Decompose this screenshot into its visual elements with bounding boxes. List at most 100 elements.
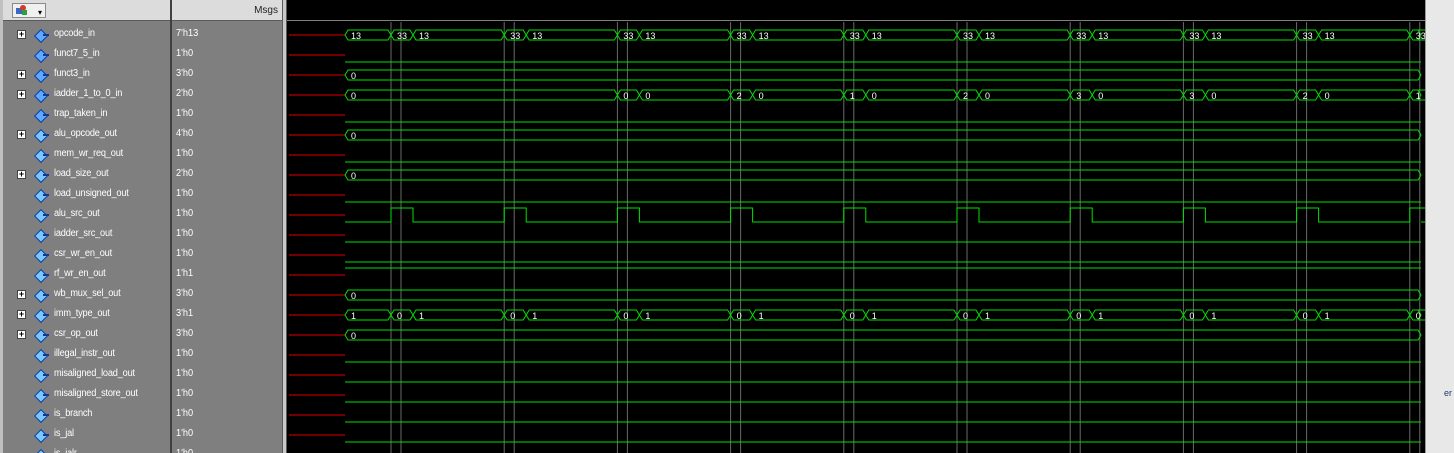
output-port-icon — [33, 208, 49, 224]
iadder_1_to_0_in-wave — [344, 89, 1425, 101]
imm_type_out-wave — [344, 309, 1425, 321]
expand-icon[interactable]: + — [17, 330, 26, 339]
signal-value: 2'h0 — [176, 168, 194, 179]
signal-row[interactable]: alu_src_out — [3, 205, 170, 225]
signal-row[interactable]: funct7_5_in — [3, 45, 170, 65]
bus-value-label: 33 — [850, 31, 860, 41]
signal-row[interactable]: + csr_op_out — [3, 325, 170, 345]
bus-value-label: 1 — [351, 311, 356, 321]
output-port-icon — [33, 368, 49, 384]
waveform-canvas[interactable]: 13 33 13 33 13 33 13 33 13 33 13 33 13 33 13 33 13 33 13 33… — [287, 0, 1425, 453]
value-row: 3'h0 — [172, 65, 282, 85]
bus-value-label: 0 — [1416, 311, 1421, 321]
signal-name: misaligned_store_out — [54, 388, 138, 399]
output-port-icon — [33, 448, 49, 453]
signal-row[interactable]: is_jalr — [3, 445, 170, 453]
signal-row[interactable]: illegal_instr_out — [3, 345, 170, 365]
bus-value-label: 0 — [351, 331, 356, 341]
output-port-icon — [33, 268, 49, 284]
signal-row[interactable]: load_unsigned_out — [3, 185, 170, 205]
opcode_in-wave — [344, 29, 1425, 41]
msgs-label: Msgs — [254, 5, 278, 16]
signal-value: 1'h0 — [176, 48, 194, 59]
signal-row[interactable]: csr_wr_en_out — [3, 245, 170, 265]
signal-value: 3'h0 — [176, 328, 194, 339]
bus-value-label: 1 — [1416, 91, 1421, 101]
bus-value-label: 1 — [985, 311, 990, 321]
signal-name: load_unsigned_out — [54, 188, 129, 199]
bus-value-label: 13 — [419, 31, 429, 41]
signal-row[interactable]: + alu_opcode_out — [3, 125, 170, 145]
bus-value-label: 13 — [1098, 31, 1108, 41]
csr_op_out-wave — [344, 329, 1422, 341]
bus-value-label: 0 — [351, 91, 356, 101]
expand-icon[interactable]: + — [17, 290, 26, 299]
right-scroll-strip[interactable]: er — [1425, 0, 1454, 453]
signal-name: alu_opcode_out — [54, 128, 117, 139]
bus-value-label: 0 — [351, 171, 356, 181]
bus-value-label: 2 — [737, 91, 742, 101]
signal-row[interactable]: + imm_type_out — [3, 305, 170, 325]
signal-row[interactable]: rf_wr_en_out — [3, 265, 170, 285]
value-row: 1'h0 — [172, 45, 282, 65]
signal-row[interactable]: iadder_src_out — [3, 225, 170, 245]
value-row: 1'h0 — [172, 105, 282, 125]
bus-value-label: 1 — [419, 311, 424, 321]
signal-row[interactable]: mem_wr_req_out — [3, 145, 170, 165]
bus-value-label: 33 — [510, 31, 520, 41]
signal-row[interactable]: misaligned_store_out — [3, 385, 170, 405]
bus-value-label: 0 — [351, 71, 356, 81]
alu_src_out-wave — [345, 207, 1425, 223]
signal-row[interactable]: + funct3_in — [3, 65, 170, 85]
chevron-down-icon: ▾ — [37, 8, 42, 17]
bus-value-label: 33 — [1189, 31, 1199, 41]
signal-row[interactable]: misaligned_load_out — [3, 365, 170, 385]
bus-value-label: 33 — [1416, 31, 1425, 41]
bus-value-label: 1 — [872, 311, 877, 321]
signal-row[interactable]: + iadder_1_to_0_in — [3, 85, 170, 105]
expand-icon[interactable]: + — [17, 90, 26, 99]
input-port-icon — [33, 48, 49, 64]
output-port-icon — [33, 308, 49, 324]
expand-icon[interactable]: + — [17, 170, 26, 179]
signal-row[interactable]: trap_taken_in — [3, 105, 170, 125]
signal-name: csr_wr_en_out — [54, 248, 112, 259]
expand-icon[interactable]: + — [17, 70, 26, 79]
output-port-icon — [33, 188, 49, 204]
output-port-icon — [33, 288, 49, 304]
bus-value-label: 33 — [963, 31, 973, 41]
signal-name: is_jalr — [54, 448, 77, 453]
wave-toolbar-dropdown-button[interactable]: ▾ — [12, 3, 46, 18]
signal-row[interactable]: + load_size_out — [3, 165, 170, 185]
signal-name: wb_mux_sel_out — [54, 288, 121, 299]
bus-value-label: 2 — [1303, 91, 1308, 101]
signal-row[interactable]: is_jal — [3, 425, 170, 445]
signal-name: csr_op_out — [54, 328, 98, 339]
signal-name: iadder_1_to_0_in — [54, 88, 123, 99]
signal-name: load_size_out — [54, 168, 109, 179]
value-row: 3'h1 — [172, 305, 282, 325]
signal-name: imm_type_out — [54, 308, 110, 319]
value-row: 2'h0 — [172, 85, 282, 105]
signal-value: 3'h0 — [176, 68, 194, 79]
right-strip-text: er — [1444, 388, 1453, 398]
signal-row[interactable]: + opcode_in — [3, 25, 170, 45]
expand-icon[interactable]: + — [17, 130, 26, 139]
expand-icon[interactable]: + — [17, 30, 26, 39]
expand-icon[interactable]: + — [17, 310, 26, 319]
signal-names-pane[interactable]: ▾ + opcode_in funct7_5_in + funct3_in + iadder… — [0, 0, 170, 453]
value-row: 7'h13 — [172, 25, 282, 45]
bus-value-label: 0 — [1076, 311, 1081, 321]
signal-row[interactable]: is_branch — [3, 405, 170, 425]
output-port-icon — [33, 148, 49, 164]
bus-value-label: 0 — [351, 291, 356, 301]
signal-row[interactable]: + wb_mux_sel_out — [3, 285, 170, 305]
input-port-icon — [33, 28, 49, 44]
bus-value-label: 1 — [1098, 311, 1103, 321]
bus-value-label: 0 — [850, 311, 855, 321]
signal-name: is_branch — [54, 408, 93, 419]
msgs-header: Msgs — [172, 0, 282, 21]
bus-value-label: 2 — [963, 91, 968, 101]
value-row: 4'h0 — [172, 125, 282, 145]
waveform-pane[interactable]: 13 33 13 33 13 33 13 33 13 33 13 33 13 33 13 33 13 33 13 33… — [287, 0, 1425, 453]
